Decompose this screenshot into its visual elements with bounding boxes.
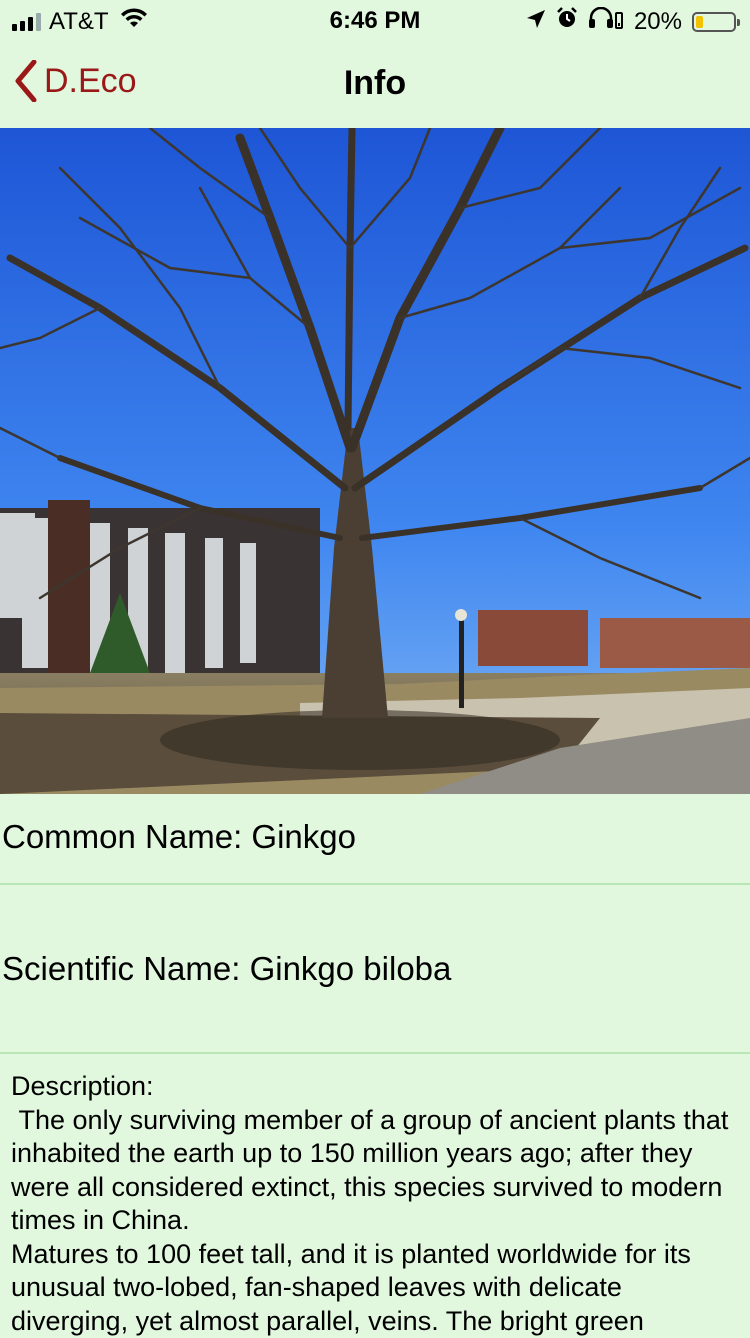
scientific-name-label: Scientific Name: Ginkgo biloba (2, 950, 452, 987)
headphones-icon (588, 6, 624, 36)
description-text: Description: The only surviving member o… (11, 1071, 729, 1336)
scientific-name-row: Scientific Name: Ginkgo biloba (0, 885, 750, 1054)
status-right: 20% (526, 6, 740, 36)
page-title: Info (343, 64, 407, 102)
battery-level (696, 15, 704, 28)
status-bar: AT&T 6:46 PM 20% (0, 0, 750, 40)
alarm-icon (556, 7, 578, 36)
battery-icon (692, 11, 740, 32)
common-name-row: Common Name: Ginkgo (0, 794, 750, 885)
location-icon (526, 8, 546, 36)
common-name-label: Common Name: Ginkgo (2, 818, 356, 855)
battery-percent: 20% (633, 7, 682, 35)
navigation-bar: D.Eco Info (0, 40, 750, 128)
tree-photo (0, 128, 750, 794)
